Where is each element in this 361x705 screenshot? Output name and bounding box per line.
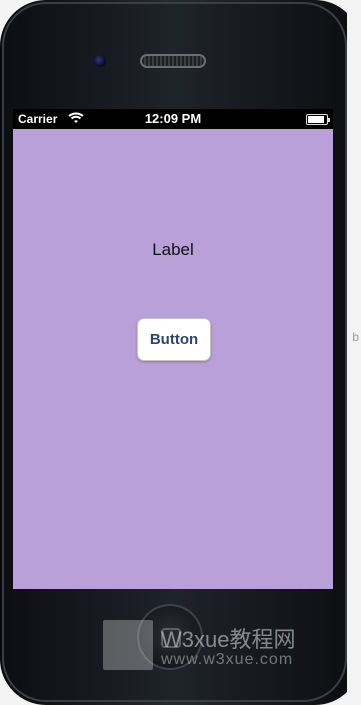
watermark: W3xue教程网 www.w3xue.com	[103, 618, 353, 678]
background-edge: b	[347, 0, 361, 705]
watermark-url: www.w3xue.com	[161, 651, 294, 668]
watermark-logo	[103, 620, 153, 670]
iphone-simulator-frame: Carrier 12:09 PM Label Button W3xue教程网 w…	[0, 0, 361, 705]
status-bar: Carrier 12:09 PM	[13, 109, 333, 129]
watermark-title: W3xue教程网	[161, 627, 296, 652]
device-screen: Carrier 12:09 PM Label Button	[13, 109, 333, 589]
app-root-view: Label Button	[13, 129, 333, 589]
battery-level	[308, 116, 324, 123]
battery-icon	[306, 114, 330, 125]
main-label: Label	[152, 240, 194, 259]
main-button[interactable]: Button	[137, 318, 211, 361]
status-time: 12:09 PM	[144, 111, 202, 126]
earpiece-speaker	[140, 54, 206, 68]
front-camera	[94, 55, 106, 67]
battery-cap	[328, 118, 330, 122]
edge-glyph: b	[352, 330, 359, 344]
